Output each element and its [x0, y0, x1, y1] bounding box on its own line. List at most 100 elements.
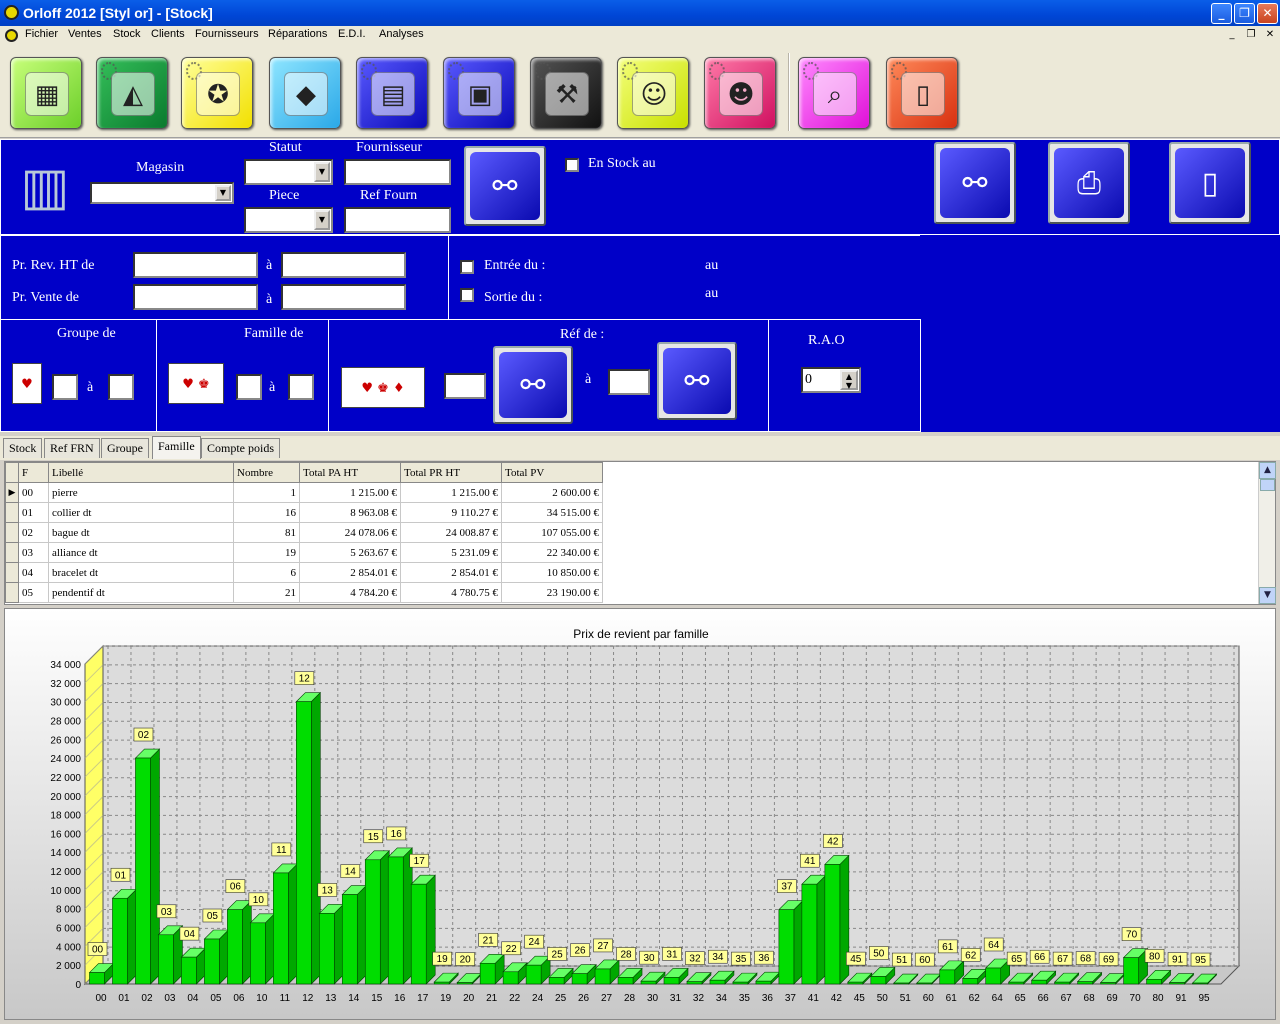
- grid-scrollbar[interactable]: ▲ ▼: [1258, 462, 1276, 604]
- cell-total-pv: 22 340.00 €: [501, 542, 603, 563]
- chevron-down-icon[interactable]: ▼: [314, 210, 330, 230]
- y-tick-label: 26 000: [50, 735, 81, 746]
- groupe-from-input[interactable]: [52, 374, 78, 400]
- cash-register-icon: ▦: [25, 72, 69, 116]
- ref-from-input[interactable]: [444, 373, 486, 399]
- famille-a-label: à: [269, 380, 276, 395]
- ref-to-search-button[interactable]: ⚯: [657, 342, 737, 420]
- safe-icon: ▣: [458, 72, 502, 116]
- table-row[interactable]: 02 bague dt 81 24 078.06 €24 008.87 €107 05…: [5, 522, 603, 543]
- main-toolbar: ▦ ◭ ✪ ◆ ▤ ▣ ⚒ ☺ ☻ ⌕ ▯: [0, 45, 1280, 138]
- x-tick-label: 34: [716, 993, 728, 1004]
- ref-fourn-input[interactable]: [344, 207, 451, 233]
- tab-compte-poids[interactable]: Compte poids: [201, 438, 281, 458]
- table-row[interactable]: 04 bracelet dt 6 2 854.01 €2 854.01 €10 850…: [5, 562, 603, 583]
- analysis-button[interactable]: ⌕: [798, 57, 870, 129]
- menu-ventes[interactable]: Ventes: [68, 28, 102, 40]
- ref-to-input[interactable]: [608, 369, 650, 395]
- col-header-total-pv[interactable]: Total PV: [501, 462, 603, 483]
- diamond-icon: ◆: [284, 72, 328, 116]
- ref-from-search-button[interactable]: ⚯: [493, 346, 573, 424]
- x-tick-label: 61: [946, 993, 958, 1004]
- data-label: 45: [850, 954, 862, 965]
- data-label: 16: [391, 829, 403, 840]
- chevron-down-icon[interactable]: ▼: [215, 185, 231, 201]
- close-button[interactable]: ✕: [1257, 3, 1278, 24]
- groupe-to-input[interactable]: [108, 374, 134, 400]
- search-button[interactable]: ⚯: [934, 142, 1016, 224]
- col-header-libelle[interactable]: Libellé: [48, 462, 234, 483]
- sortie-checkbox[interactable]: [460, 288, 474, 302]
- scroll-thumb[interactable]: [1260, 479, 1275, 491]
- pr-vente-to-input[interactable]: [281, 284, 406, 310]
- clients-button[interactable]: ☺: [617, 57, 689, 129]
- magasin-select[interactable]: ▼: [90, 182, 234, 204]
- table-row[interactable]: 05 pendentif dt 21 4 784.20 €4 780.75 €23 1…: [5, 582, 603, 603]
- menu-edi[interactable]: E.D.I.: [338, 28, 366, 40]
- famille-to-input[interactable]: [288, 374, 314, 400]
- x-tick-label: 16: [394, 993, 406, 1004]
- data-label: 69: [1103, 955, 1115, 966]
- exit-door-button[interactable]: ▯: [1169, 142, 1251, 224]
- scroll-down-icon[interactable]: ▼: [1259, 587, 1276, 604]
- toolcase-button[interactable]: ⚒: [530, 57, 602, 129]
- col-header-total-pa[interactable]: Total PA HT: [299, 462, 401, 483]
- menu-fichier[interactable]: Fichier: [25, 28, 58, 40]
- scroll-up-icon[interactable]: ▲: [1259, 462, 1276, 479]
- clipboard-button[interactable]: ▤: [356, 57, 428, 129]
- mdi-close-icon[interactable]: ✕: [1262, 27, 1278, 42]
- famille-from-input[interactable]: [236, 374, 262, 400]
- data-label: 91: [1172, 955, 1184, 966]
- gold-jewelry-button[interactable]: ✪: [181, 57, 253, 129]
- data-label: 70: [1126, 930, 1138, 941]
- pr-rev-from-input[interactable]: [133, 252, 258, 278]
- piece-select[interactable]: ▼: [244, 207, 333, 233]
- data-label: 36: [758, 953, 770, 964]
- statut-select[interactable]: ▼: [244, 159, 333, 185]
- search-supplier-button[interactable]: ⚯: [464, 146, 546, 226]
- menu-fournisseurs[interactable]: Fournisseurs: [195, 28, 259, 40]
- entree-au-label: au: [705, 258, 719, 273]
- menu-analyses[interactable]: Analyses: [379, 28, 424, 40]
- rao-spinner[interactable]: 0 ▲ ▼: [801, 367, 861, 393]
- users-group-button[interactable]: ☻: [704, 57, 776, 129]
- minimize-button[interactable]: _: [1211, 3, 1232, 24]
- x-tick-label: 62: [969, 993, 981, 1004]
- x-tick-label: 05: [210, 993, 222, 1004]
- row-indicator: [5, 542, 19, 563]
- pr-vente-from-input[interactable]: [133, 284, 258, 310]
- exit-button[interactable]: ▯: [886, 57, 958, 129]
- en-stock-checkbox[interactable]: [565, 158, 579, 172]
- filter-panel-top: ▥ Magasin ▼ Statut ▼ Fournisseur Piece ▼…: [0, 139, 1280, 235]
- bar: [732, 981, 749, 985]
- tab-groupe[interactable]: Groupe: [101, 438, 149, 458]
- fournisseur-input[interactable]: [344, 159, 451, 185]
- famille-label: Famille de: [244, 326, 304, 341]
- table-row[interactable]: 01 collier dt 16 8 963.08 €9 110.27 €34 515…: [5, 502, 603, 523]
- entree-checkbox[interactable]: [460, 260, 474, 274]
- tab-stock[interactable]: Stock: [3, 438, 43, 458]
- col-header-total-pr[interactable]: Total PR HT: [400, 462, 502, 483]
- cell-nombre: 16: [233, 502, 300, 523]
- cash-register-button[interactable]: ▦: [10, 57, 82, 129]
- col-header-nombre[interactable]: Nombre: [233, 462, 300, 483]
- pr-rev-to-input[interactable]: [281, 252, 406, 278]
- chevron-down-icon[interactable]: ▼: [314, 162, 330, 182]
- diamond-button[interactable]: ◆: [269, 57, 341, 129]
- tab-famille[interactable]: Famille: [152, 436, 201, 459]
- table-row[interactable]: 03 alliance dt 19 5 263.67 €5 231.09 €22 34…: [5, 542, 603, 563]
- menu-stock[interactable]: Stock: [113, 28, 141, 40]
- wallet-button[interactable]: ◭: [96, 57, 168, 129]
- menu-clients[interactable]: Clients: [151, 28, 185, 40]
- print-button[interactable]: ⎙: [1048, 142, 1130, 224]
- mdi-restore-icon[interactable]: ❐: [1243, 27, 1259, 42]
- spinner-arrows-icon[interactable]: ▲ ▼: [840, 370, 858, 390]
- col-header-f[interactable]: F: [18, 462, 49, 483]
- groupe-panel: Groupe de ♥ à: [0, 319, 157, 432]
- safe-button[interactable]: ▣: [443, 57, 515, 129]
- mdi-minimize-icon[interactable]: _: [1224, 27, 1240, 42]
- menu-reparations[interactable]: Réparations: [268, 28, 327, 40]
- tab-ref-frn[interactable]: Ref FRN: [44, 438, 100, 458]
- maximize-button[interactable]: ❐: [1234, 3, 1255, 24]
- table-row[interactable]: ▶ 00 pierre 1 1 215.00 €1 215.00 €2 600.00 €: [5, 482, 603, 503]
